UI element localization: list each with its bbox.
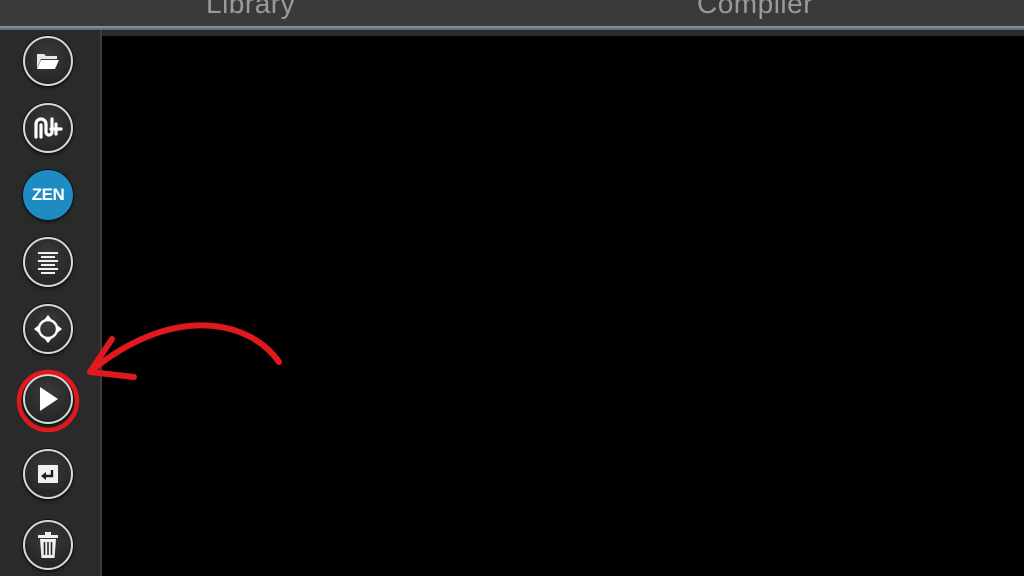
zen-icon: ZEN: [31, 185, 65, 204]
tab-compiler[interactable]: Compiler: [697, 0, 813, 20]
chip-add-icon: [34, 117, 63, 139]
run-button[interactable]: [23, 374, 73, 424]
tab-bar: Library Compiler: [0, 0, 1024, 26]
main-canvas[interactable]: [102, 36, 1024, 576]
align-center-icon: [38, 252, 58, 274]
trash-icon: [38, 532, 58, 558]
left-toolbar: ZEN: [0, 30, 100, 576]
tab-library[interactable]: Library: [206, 0, 295, 20]
folder-open-icon: [37, 54, 59, 69]
return-button[interactable]: [23, 449, 73, 499]
play-icon: [40, 387, 58, 411]
add-chip-button[interactable]: [23, 103, 73, 153]
rotate-target-icon: [34, 315, 62, 343]
return-icon: [38, 465, 58, 483]
zen-button[interactable]: ZEN: [23, 170, 73, 220]
tab-underline: [0, 26, 1024, 30]
align-button[interactable]: [23, 237, 73, 287]
open-folder-button[interactable]: [23, 36, 73, 86]
refresh-button[interactable]: [23, 304, 73, 354]
delete-button[interactable]: [23, 520, 73, 570]
